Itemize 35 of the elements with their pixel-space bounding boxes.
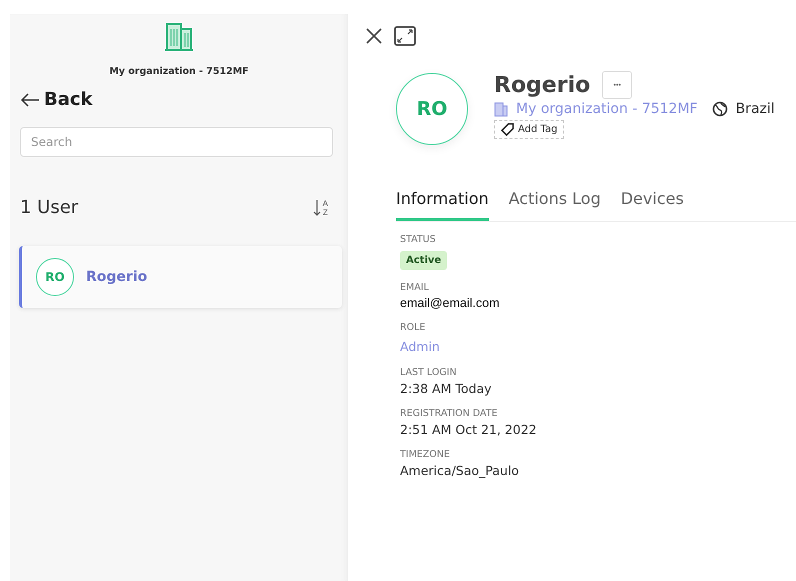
field-value: 2:38 AM Today [400, 381, 493, 396]
globe-icon [712, 101, 728, 117]
search-field[interactable]: Search [20, 127, 333, 157]
organization-link[interactable]: My organization - 7512MF [516, 101, 698, 117]
add-tag-button[interactable]: Add Tag [494, 120, 564, 139]
back-arrow-icon [20, 92, 40, 106]
field-label: REGISTRATION DATE [400, 408, 499, 419]
building-icon [494, 101, 508, 117]
organization-name: My organization - 7512MF [109, 66, 249, 77]
tag-icon [501, 123, 514, 136]
expand-icon[interactable] [394, 26, 416, 46]
role-link[interactable]: Admin [400, 339, 440, 354]
country-label: Brazil [736, 101, 775, 117]
field-label: LAST LOGIN [400, 367, 458, 378]
user-avatar: RO [396, 73, 468, 145]
field-label: TIMEZONE [400, 449, 451, 460]
field-value: email@email.com [400, 296, 501, 310]
sort-button[interactable]: A Z [312, 198, 328, 216]
tab[interactable]: Actions Log [508, 189, 601, 221]
user-count: 1 User [20, 197, 78, 218]
building-icon [164, 20, 194, 52]
user-name: Rogerio [494, 72, 590, 98]
tab[interactable]: Devices [620, 189, 684, 221]
tab[interactable]: Information [396, 189, 489, 221]
field-value: 2:51 AM Oct 21, 2022 [400, 422, 538, 437]
field-value: America/Sao_Paulo [400, 463, 520, 478]
back-button[interactable]: Back [20, 89, 93, 110]
user-name: Rogerio [86, 269, 148, 285]
status-badge: Active [400, 251, 448, 270]
field-label: EMAIL [400, 282, 430, 293]
user-avatar: RO [36, 258, 74, 296]
close-icon[interactable] [366, 28, 382, 44]
field-label: ROLE [400, 322, 426, 333]
field-label: STATUS [400, 234, 437, 245]
user-list-item[interactable]: RO Rogerio [19, 246, 342, 308]
